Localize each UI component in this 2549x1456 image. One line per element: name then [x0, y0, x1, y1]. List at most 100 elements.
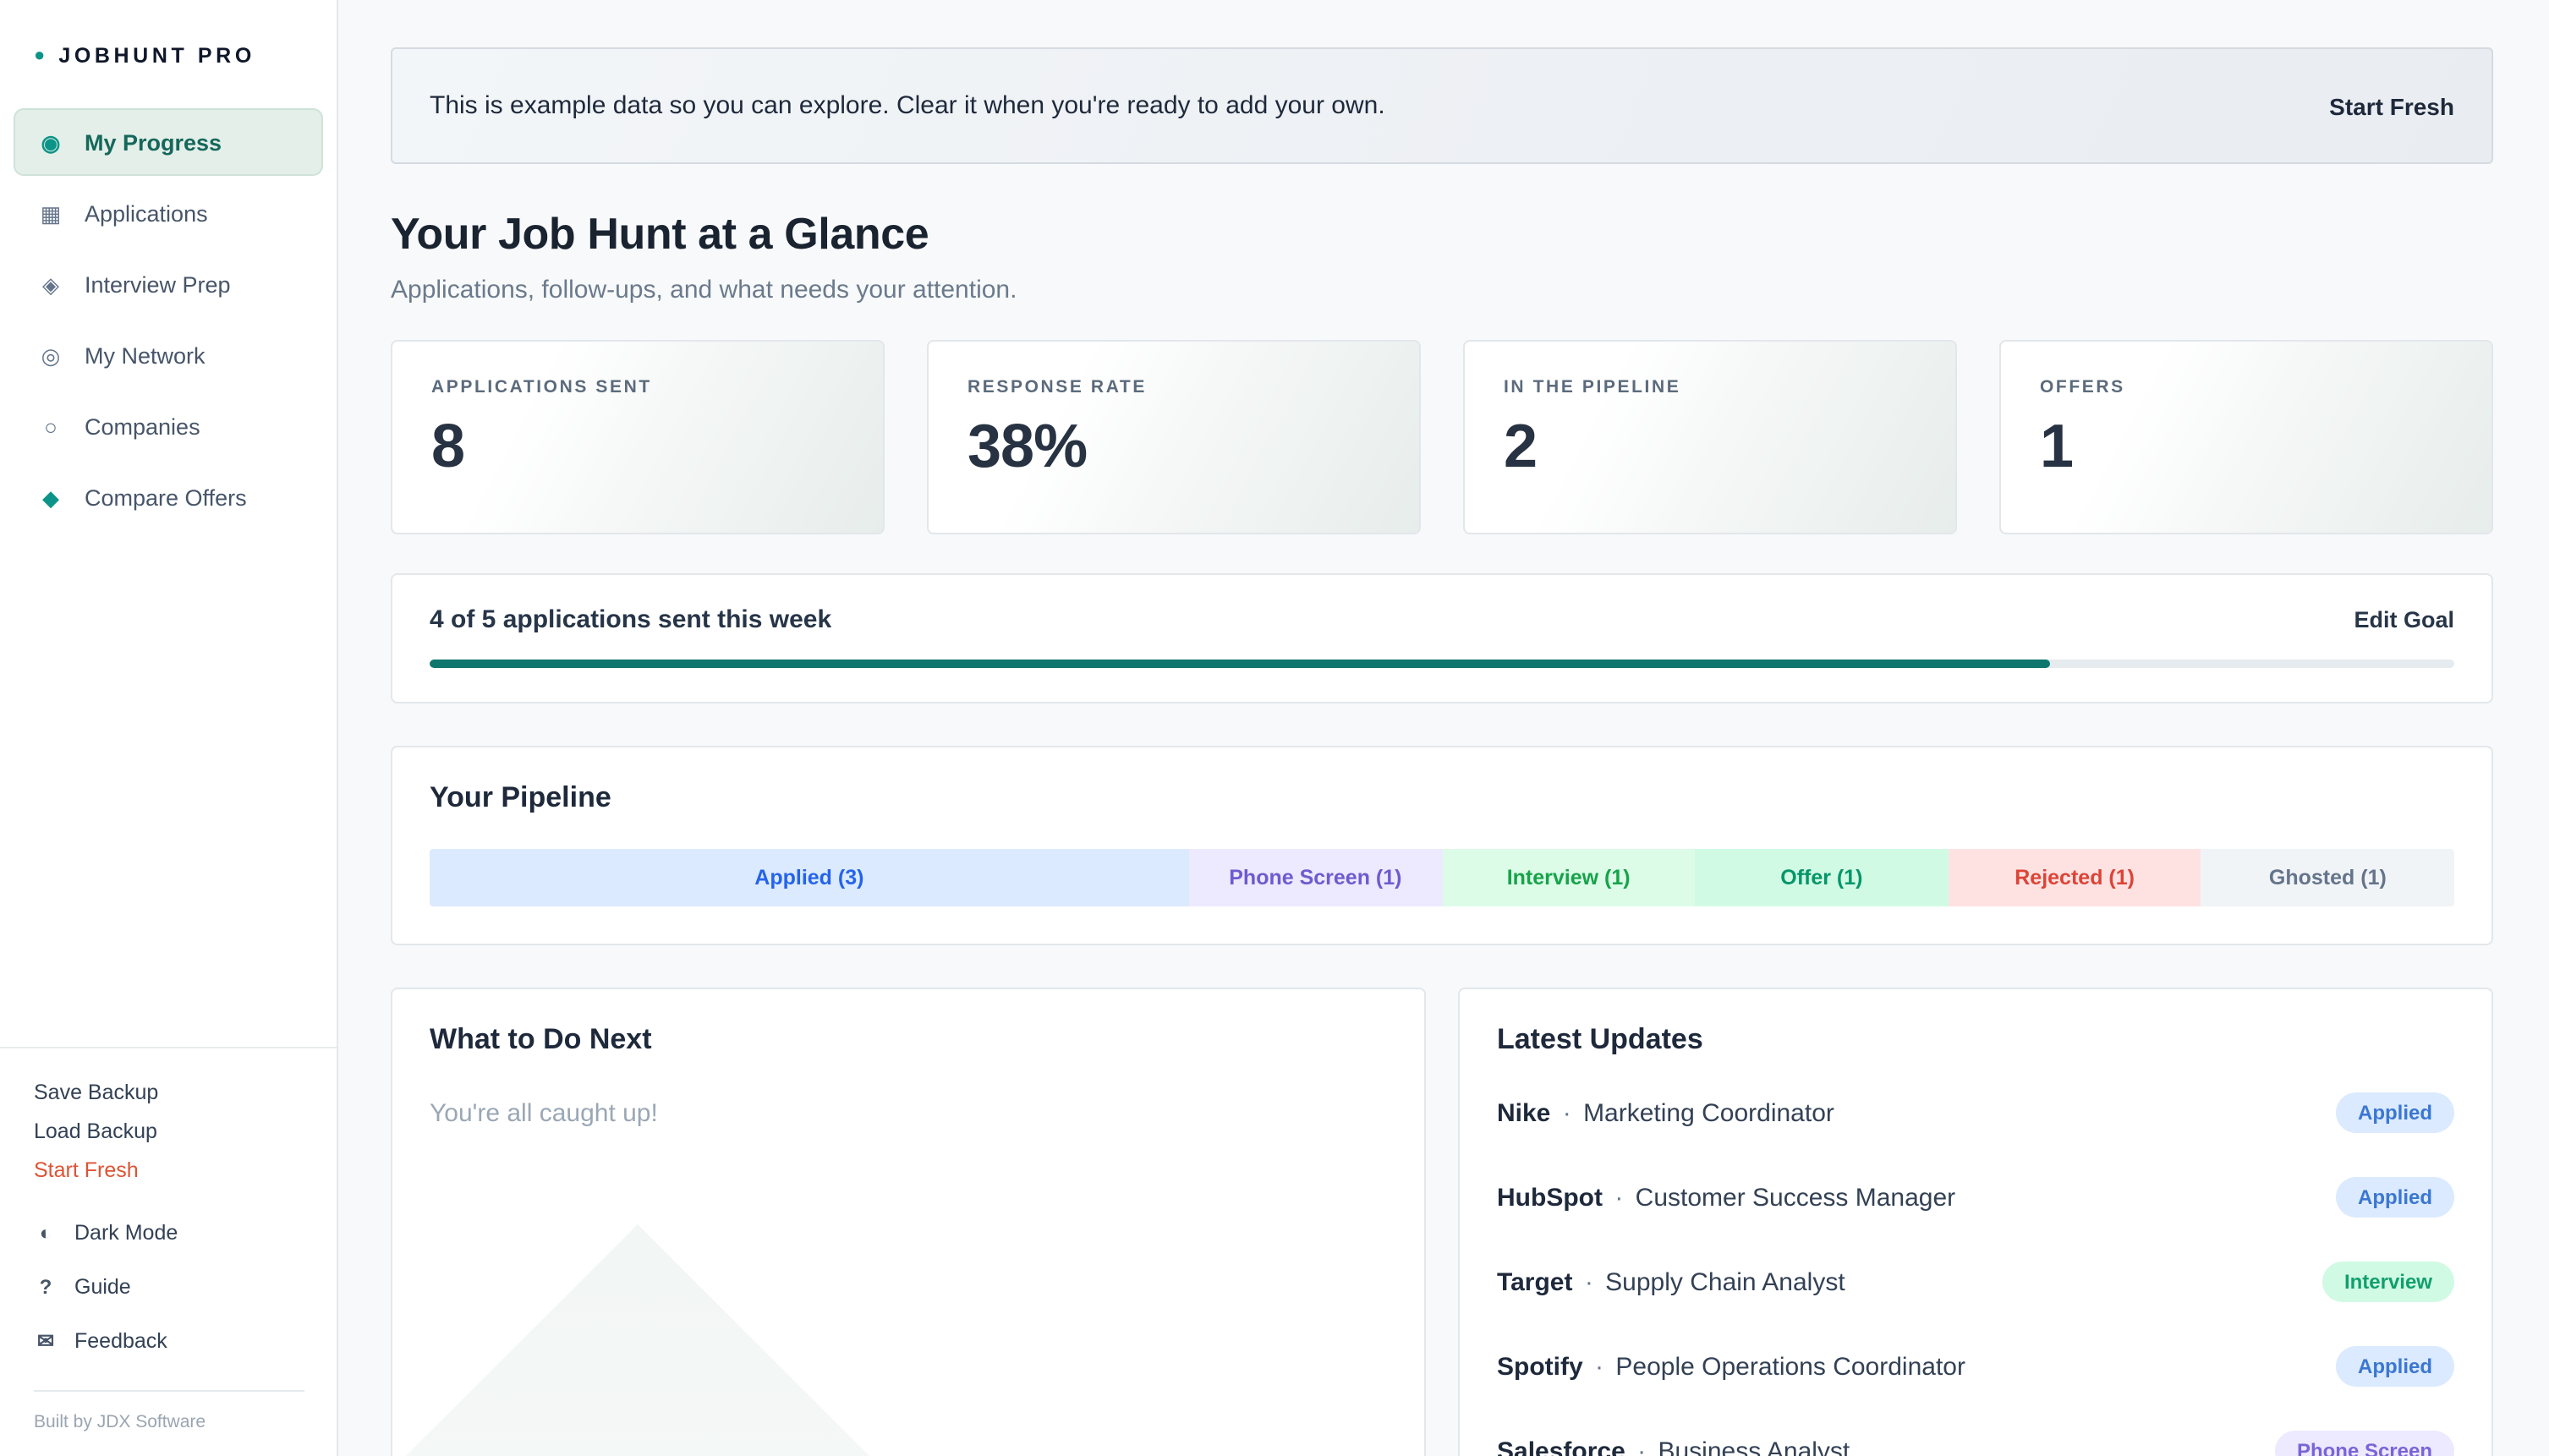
sidebar-item-label: My Progress [85, 129, 222, 155]
what-to-do-next-card: What to Do Next You're all caught up! [391, 988, 1426, 1456]
status-badge[interactable]: Interview [2322, 1262, 2454, 1302]
pipeline-card: Your Pipeline Applied (3) Phone Screen (… [391, 746, 2493, 945]
banner-message: This is example data so you can explore.… [430, 91, 1385, 120]
update-company: Spotify [1497, 1352, 1583, 1381]
sidebar-tools: ◐ Dark Mode ? Guide ✉ Feedback [34, 1206, 303, 1368]
update-separator: · [1609, 1183, 1628, 1212]
pipeline-segment-ghosted[interactable]: Ghosted (1) [2201, 849, 2454, 906]
sidebar-item-label: Interview Prep [85, 271, 231, 297]
todo-empty-message: You're all caught up! [430, 1099, 1387, 1128]
sidebar-item-label: Compare Offers [85, 484, 247, 510]
main-content: This is example data so you can explore.… [338, 0, 2549, 1456]
sidebar-divider [34, 1390, 304, 1392]
stat-value: 38% [968, 411, 1380, 482]
stat-card-in-the-pipeline: IN THE PIPELINE 2 [1463, 340, 1957, 534]
update-text: Spotify · People Operations Coordinator [1497, 1352, 1965, 1381]
save-backup-link[interactable]: Save Backup [34, 1072, 303, 1111]
update-row[interactable]: Target · Supply Chain Analyst Interview [1497, 1240, 2454, 1324]
app-root: ● JOBHUNT PRO ◉ My Progress ▦ Applicatio… [0, 0, 2549, 1456]
progress-icon: ◉ [37, 131, 64, 153]
stat-card-applications-sent: APPLICATIONS SENT 8 [391, 340, 885, 534]
sidebar-item-compare-offers[interactable]: ◆ Compare Offers [14, 463, 323, 531]
update-company: Target [1497, 1267, 1572, 1296]
update-role: People Operations Coordinator [1615, 1352, 1965, 1381]
sidebar-item-my-progress[interactable]: ◉ My Progress [14, 108, 323, 176]
update-company: Salesforce [1497, 1437, 1625, 1456]
pipeline-segment-rejected[interactable]: Rejected (1) [1949, 849, 2201, 906]
decorative-watermark [391, 1224, 1152, 1456]
stat-card-response-rate: RESPONSE RATE 38% [927, 340, 1421, 534]
banner-start-fresh-button[interactable]: Start Fresh [2329, 92, 2454, 119]
update-role: Marketing Coordinator [1583, 1098, 1834, 1127]
companies-icon: ○ [37, 415, 64, 437]
status-badge[interactable]: Applied [2336, 1092, 2454, 1133]
stat-label: APPLICATIONS SENT [431, 377, 844, 397]
pipeline-segment-interview[interactable]: Interview (1) [1442, 849, 1695, 906]
envelope-icon: ✉ [34, 1329, 58, 1353]
latest-updates-card: Latest Updates Nike · Marketing Coordina… [1458, 988, 2493, 1456]
update-text: Salesforce · Business Analyst [1497, 1437, 1850, 1456]
edit-goal-button[interactable]: Edit Goal [2354, 607, 2454, 632]
sidebar-item-label: Companies [85, 413, 200, 439]
stat-card-offers: OFFERS 1 [1999, 340, 2493, 534]
sidebar-footer-credit: Built by JDX Software [34, 1412, 303, 1432]
update-row[interactable]: Salesforce · Business Analyst Phone Scre… [1497, 1409, 2454, 1456]
update-company: Nike [1497, 1098, 1550, 1127]
guide-label: Guide [74, 1275, 131, 1299]
update-separator: · [1632, 1437, 1651, 1456]
applications-grid-icon: ▦ [37, 202, 64, 224]
bottom-columns: What to Do Next You're all caught up! La… [391, 988, 2493, 1456]
load-backup-link[interactable]: Load Backup [34, 1111, 303, 1150]
start-fresh-link[interactable]: Start Fresh [34, 1150, 303, 1189]
dark-mode-label: Dark Mode [74, 1221, 178, 1245]
update-separator: · [1558, 1098, 1576, 1127]
stats-row: APPLICATIONS SENT 8 RESPONSE RATE 38% IN… [391, 340, 2493, 534]
todo-title: What to Do Next [430, 1023, 1387, 1057]
guide-link[interactable]: ? Guide [34, 1260, 303, 1314]
pipeline-segment-applied[interactable]: Applied (3) [430, 849, 1189, 906]
update-row[interactable]: HubSpot · Customer Success Manager Appli… [1497, 1155, 2454, 1240]
sidebar-nav: ◉ My Progress ▦ Applications ◈ Interview… [0, 105, 337, 534]
brand-dot-icon: ● [34, 47, 45, 65]
compare-offers-diamond-icon: ◆ [37, 486, 64, 508]
brand: ● JOBHUNT PRO [0, 0, 337, 105]
pipeline-segment-offer[interactable]: Offer (1) [1695, 849, 1948, 906]
update-text: Target · Supply Chain Analyst [1497, 1267, 1845, 1296]
update-row[interactable]: Nike · Marketing Coordinator Applied [1497, 1070, 2454, 1155]
page-title: Your Job Hunt at a Glance [391, 208, 2493, 260]
status-badge[interactable]: Phone Screen [2275, 1431, 2454, 1456]
status-badge[interactable]: Applied [2336, 1346, 2454, 1387]
dark-mode-toggle[interactable]: ◐ Dark Mode [34, 1206, 303, 1260]
stat-label: IN THE PIPELINE [1504, 377, 1916, 397]
feedback-link[interactable]: ✉ Feedback [34, 1314, 303, 1368]
pipeline-segment-phone-screen[interactable]: Phone Screen (1) [1189, 849, 1442, 906]
updates-list: Nike · Marketing Coordinator Applied Hub… [1497, 1070, 2454, 1456]
sidebar-bottom: Save Backup Load Backup Start Fresh ◐ Da… [0, 1047, 337, 1456]
sidebar-item-interview-prep[interactable]: ◈ Interview Prep [14, 250, 323, 318]
pipeline-bar: Applied (3) Phone Screen (1) Interview (… [430, 849, 2454, 906]
pipeline-title: Your Pipeline [430, 781, 2454, 815]
sidebar-item-my-network[interactable]: ◎ My Network [14, 321, 323, 389]
status-badge[interactable]: Applied [2336, 1177, 2454, 1218]
goal-row: 4 of 5 applications sent this week Edit … [430, 605, 2454, 634]
example-data-banner: This is example data so you can explore.… [391, 47, 2493, 164]
update-role: Business Analyst [1658, 1437, 1850, 1456]
goal-progress-track [430, 660, 2454, 668]
stat-label: OFFERS [2040, 377, 2453, 397]
sidebar: ● JOBHUNT PRO ◉ My Progress ▦ Applicatio… [0, 0, 338, 1456]
goal-progress-text: 4 of 5 applications sent this week [430, 605, 831, 634]
update-text: Nike · Marketing Coordinator [1497, 1098, 1834, 1127]
sidebar-item-label: My Network [85, 342, 206, 368]
sidebar-item-label: Applications [85, 200, 208, 226]
sidebar-item-companies[interactable]: ○ Companies [14, 392, 323, 460]
sidebar-item-applications[interactable]: ▦ Applications [14, 179, 323, 247]
brand-name: JOBHUNT PRO [58, 44, 255, 68]
update-row[interactable]: Spotify · People Operations Coordinator … [1497, 1324, 2454, 1409]
network-icon: ◎ [37, 344, 64, 366]
stat-value: 1 [2040, 411, 2453, 482]
feedback-label: Feedback [74, 1329, 167, 1353]
update-text: HubSpot · Customer Success Manager [1497, 1183, 1955, 1212]
interview-prep-icon: ◈ [37, 273, 64, 295]
update-role: Customer Success Manager [1636, 1183, 1956, 1212]
update-separator: · [1580, 1267, 1598, 1296]
